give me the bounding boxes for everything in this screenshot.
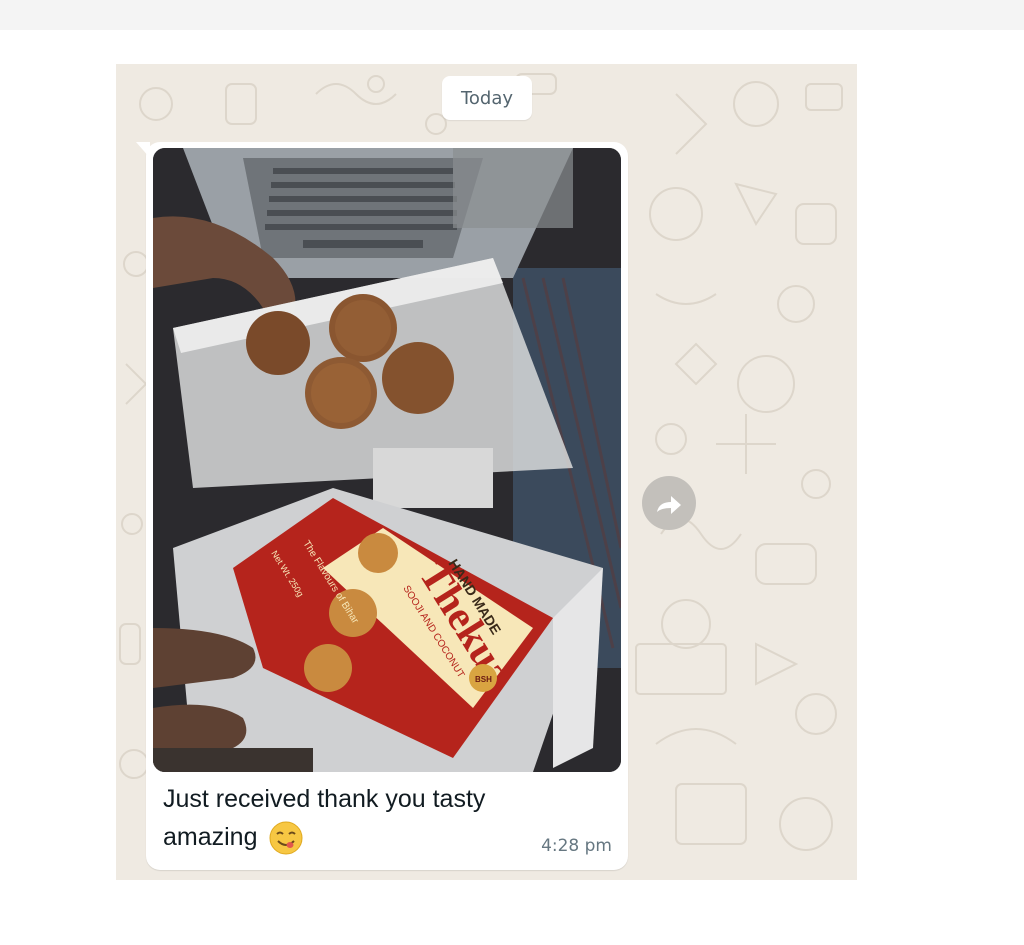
forward-arrow-icon [657, 496, 681, 514]
message-bubble[interactable]: Thekua HAND MADE SOOJI AND COCONUT The F… [136, 142, 628, 870]
caption-line-1: Just received thank you tasty [163, 785, 486, 813]
caption-line-2: amazing [163, 823, 258, 851]
date-divider: Today [442, 76, 532, 120]
chat-area[interactable]: Today Thekua HAND MADE SOOJI AND COCONUT… [116, 64, 857, 880]
message-time: 4:28 pm [541, 836, 612, 856]
message-photo[interactable]: Thekua HAND MADE SOOJI AND COCONUT The F… [153, 148, 621, 772]
top-bar [0, 0, 1024, 30]
message-caption: Just received thank you tasty amazing [163, 780, 583, 856]
forward-button[interactable] [642, 476, 696, 530]
photo-illustration: Thekua HAND MADE SOOJI AND COCONUT The F… [153, 148, 621, 772]
brand-badge: BSH [475, 675, 492, 684]
face-savoring-food-icon [269, 821, 303, 855]
bubble-tail [136, 142, 150, 158]
